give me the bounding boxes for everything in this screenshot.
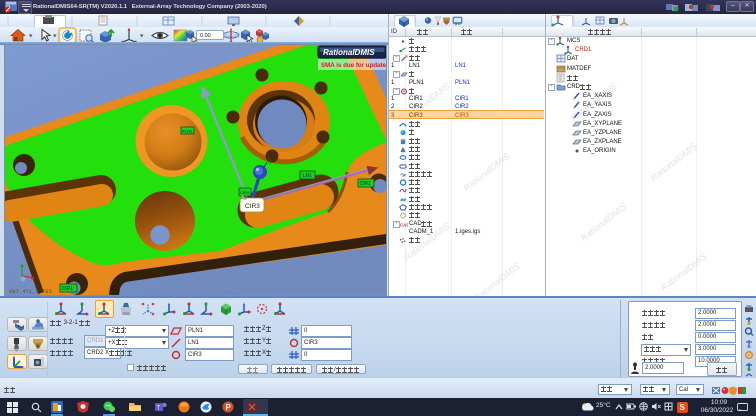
svg-text:CAD: CAD xyxy=(400,223,408,228)
svg-text:CIR1: CIR1 xyxy=(62,286,74,292)
svg-text:PLN1: PLN1 xyxy=(182,129,193,134)
svg-text:CIR3: CIR3 xyxy=(245,203,260,210)
svg-text:987.471,5.785: 987.471,5.785 xyxy=(9,288,52,295)
svg-text:LN1: LN1 xyxy=(303,173,313,179)
svg-text:T: T xyxy=(157,406,161,412)
svg-text:SMA is due for update: SMA is due for update xyxy=(321,62,386,69)
svg-text:P: P xyxy=(226,403,232,412)
svg-text:RationalDMIS: RationalDMIS xyxy=(323,48,375,57)
svg-text:CIR2: CIR2 xyxy=(360,181,372,187)
